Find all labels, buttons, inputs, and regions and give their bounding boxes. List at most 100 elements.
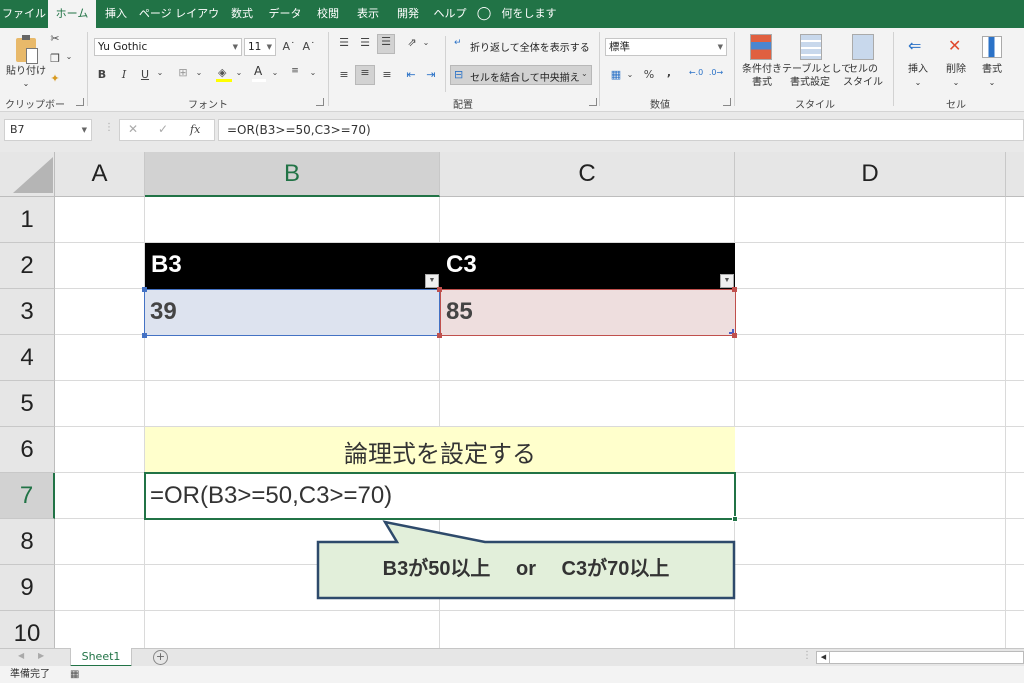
- enter-icon[interactable]: ✓: [158, 122, 168, 136]
- row-header-2[interactable]: 2: [0, 243, 55, 289]
- cell-c2[interactable]: C3 ▼: [440, 243, 735, 289]
- formula-input[interactable]: =OR(B3>=50,C3>=70): [218, 119, 1024, 141]
- currency-dropdown-icon[interactable]: ⌄: [626, 70, 634, 79]
- cut-icon[interactable]: ✂: [48, 32, 62, 45]
- scroll-left-icon[interactable]: ◀: [18, 651, 24, 660]
- italic-button[interactable]: I: [118, 68, 130, 81]
- align-right-icon[interactable]: ≡: [380, 68, 394, 81]
- orientation-icon[interactable]: ⇗: [404, 36, 420, 49]
- merge-center-button[interactable]: ⊟ セルを結合して中央揃え ⌄: [450, 65, 592, 85]
- font-launcher-icon[interactable]: [316, 98, 324, 106]
- range-handle[interactable]: [732, 287, 737, 292]
- scroll-left-arrow-icon[interactable]: ◀: [818, 652, 830, 663]
- tab-formulas[interactable]: 数式: [222, 0, 262, 28]
- tab-splitter-icon[interactable]: ⋮: [802, 650, 812, 661]
- wrap-text-button[interactable]: ↵ 折り返して全体を表示する: [452, 36, 592, 56]
- increase-indent-icon[interactable]: ⇥: [424, 68, 438, 81]
- format-painter-icon[interactable]: ✦: [48, 72, 62, 85]
- tab-insert[interactable]: 挿入: [96, 0, 136, 28]
- paste-button[interactable]: [14, 34, 40, 64]
- cell-c3[interactable]: 85: [440, 289, 736, 336]
- increase-decimal-icon[interactable]: ←.0: [688, 68, 704, 77]
- row-header-4[interactable]: 4: [0, 335, 55, 381]
- alignment-launcher-icon[interactable]: [589, 98, 597, 106]
- cell-b7-active[interactable]: =OR(B3>=50,C3>=70): [144, 472, 736, 520]
- cell-b3[interactable]: 39: [144, 289, 440, 336]
- tab-file[interactable]: ファイル: [0, 0, 48, 28]
- column-header-e[interactable]: [1006, 152, 1024, 197]
- name-box[interactable]: B7 ▼: [4, 119, 92, 141]
- paste-label[interactable]: 貼り付け: [6, 66, 46, 78]
- format-cells-button[interactable]: 書式 ⌄: [974, 32, 1010, 94]
- row-header-5[interactable]: 5: [0, 381, 55, 427]
- align-top-icon[interactable]: ☰: [337, 36, 351, 49]
- sheet-tab-sheet1[interactable]: Sheet1: [70, 648, 132, 667]
- range-handle[interactable]: [437, 287, 442, 292]
- comma-button[interactable]: ,: [664, 66, 674, 79]
- borders-icon[interactable]: ⊞: [176, 66, 190, 79]
- fill-dropdown-icon[interactable]: ⌄: [234, 68, 244, 77]
- decrease-indent-icon[interactable]: ⇤: [404, 68, 418, 81]
- number-launcher-icon[interactable]: [723, 98, 731, 106]
- select-all-button[interactable]: [0, 152, 55, 197]
- filter-dropdown-icon[interactable]: ▼: [720, 274, 734, 288]
- row-header-10[interactable]: 10: [0, 611, 55, 648]
- column-header-a[interactable]: A: [55, 152, 145, 197]
- cell-b6-merged[interactable]: 論理式を設定する: [145, 427, 735, 472]
- align-center-icon[interactable]: ≡: [355, 65, 375, 85]
- align-bottom-icon[interactable]: ☰: [377, 34, 395, 54]
- align-left-icon[interactable]: ≡: [337, 68, 351, 81]
- insert-function-icon[interactable]: fx: [190, 123, 200, 136]
- insert-cells-button[interactable]: ⇐ 挿入 ⌄: [900, 32, 936, 94]
- tab-review[interactable]: 校閲: [308, 0, 348, 28]
- macro-record-icon[interactable]: ▦: [70, 666, 79, 683]
- decrease-decimal-icon[interactable]: .0→: [708, 68, 724, 77]
- copy-dropdown-icon[interactable]: ⌄: [64, 52, 74, 61]
- row-header-6[interactable]: 6: [0, 427, 55, 473]
- scroll-right-icon[interactable]: ▶: [38, 651, 44, 660]
- row-header-7[interactable]: 7: [0, 473, 55, 519]
- phonetic-dropdown-icon[interactable]: ⌄: [308, 68, 318, 77]
- fill-color-button[interactable]: ◈: [216, 66, 232, 82]
- tab-page-layout[interactable]: ページ レイアウト: [136, 0, 222, 48]
- column-header-b[interactable]: B: [145, 152, 440, 197]
- tab-home[interactable]: ホーム: [48, 0, 96, 29]
- copy-icon[interactable]: ❐: [48, 52, 62, 65]
- add-sheet-button[interactable]: +: [153, 650, 168, 665]
- number-format-select[interactable]: 標準 ▼: [605, 38, 727, 56]
- phonetic-icon[interactable]: ≡: [290, 66, 300, 76]
- column-header-c[interactable]: C: [440, 152, 735, 197]
- delete-cells-button[interactable]: ✕ 削除 ⌄: [938, 32, 974, 94]
- cancel-icon[interactable]: ✕: [128, 122, 138, 136]
- range-handle[interactable]: [142, 333, 147, 338]
- cell-styles-button[interactable]: セルの スタイル: [840, 32, 886, 94]
- currency-format-icon[interactable]: ▦: [608, 68, 624, 81]
- range-handle[interactable]: [732, 333, 737, 338]
- font-size-select[interactable]: 11 ▼: [244, 38, 276, 56]
- column-header-d[interactable]: D: [735, 152, 1006, 197]
- tab-view[interactable]: 表示: [348, 0, 388, 28]
- underline-dropdown-icon[interactable]: ⌄: [155, 68, 165, 77]
- cell-b2[interactable]: B3 ▼: [145, 243, 440, 289]
- format-as-table-button[interactable]: テーブルとして 書式設定: [782, 32, 851, 94]
- font-color-button[interactable]: A: [252, 64, 266, 82]
- range-handle[interactable]: [437, 333, 442, 338]
- filter-dropdown-icon[interactable]: ▼: [425, 274, 439, 288]
- horizontal-scrollbar[interactable]: ◀: [816, 651, 1024, 664]
- underline-button[interactable]: U: [139, 68, 151, 81]
- row-header-1[interactable]: 1: [0, 197, 55, 243]
- decrease-font-size-icon[interactable]: A˙: [302, 40, 316, 53]
- tab-data[interactable]: データ: [262, 0, 308, 28]
- clipboard-launcher-icon[interactable]: [76, 98, 84, 106]
- tab-developer[interactable]: 開発: [388, 0, 428, 28]
- row-header-8[interactable]: 8: [0, 519, 55, 565]
- tab-help[interactable]: ヘルプ: [428, 0, 472, 28]
- paste-dropdown-icon[interactable]: ⌄: [6, 78, 46, 90]
- row-header-9[interactable]: 9: [0, 565, 55, 611]
- range-handle[interactable]: [142, 287, 147, 292]
- conditional-formatting-button[interactable]: 条件付き 書式: [740, 32, 784, 94]
- font-color-dropdown-icon[interactable]: ⌄: [270, 68, 280, 77]
- font-name-select[interactable]: Yu Gothic ▼: [94, 38, 242, 56]
- row-header-3[interactable]: 3: [0, 289, 55, 335]
- borders-dropdown-icon[interactable]: ⌄: [194, 68, 204, 77]
